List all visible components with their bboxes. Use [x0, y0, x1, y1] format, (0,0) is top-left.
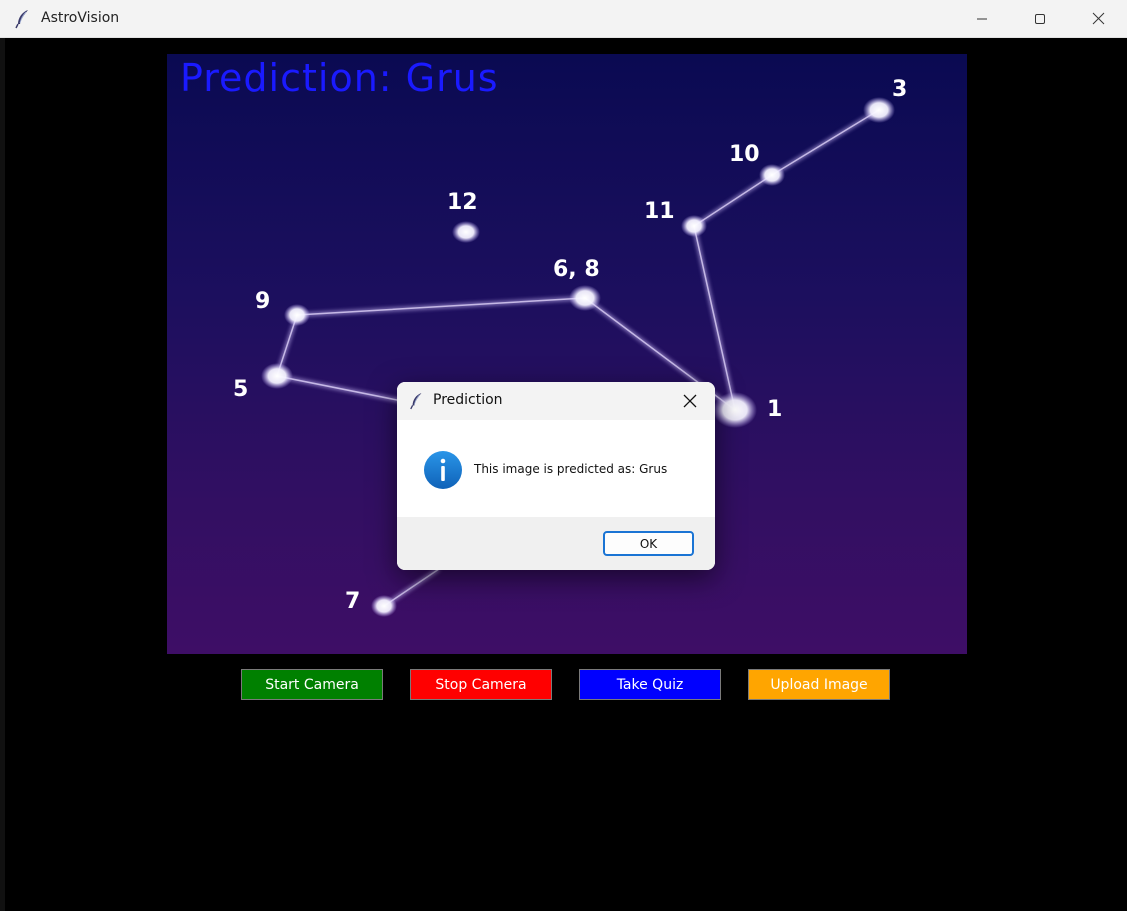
star-10: [759, 164, 785, 186]
dialog-title: Prediction: [433, 392, 503, 408]
dialog-close-button[interactable]: [679, 391, 701, 413]
star-9: [284, 304, 310, 326]
line-upper-core: [693, 109, 880, 411]
app-window: AstroVision 3 10 11 12 6, 8 9 5 1 7 Pred…: [0, 0, 1127, 911]
close-icon: [1092, 10, 1105, 29]
minimize-icon: [976, 10, 988, 29]
dialog-footer: OK: [397, 517, 715, 570]
line-upper: [692, 108, 880, 411]
minimize-button[interactable]: [953, 0, 1011, 38]
take-quiz-button[interactable]: Take Quiz: [579, 669, 721, 700]
prediction-label: Prediction: Grus: [180, 56, 499, 100]
maximize-button[interactable]: [1011, 0, 1069, 38]
stop-camera-button[interactable]: Stop Camera: [410, 669, 552, 700]
window-edge: [0, 38, 5, 911]
info-icon: [423, 450, 463, 490]
dialog-message: This image is predicted as: Grus: [474, 462, 668, 476]
star-5: [261, 363, 293, 389]
close-button[interactable]: [1069, 0, 1127, 38]
star-1: [713, 392, 757, 428]
star-label-7: 7: [345, 589, 360, 614]
star-label-12: 12: [447, 190, 478, 215]
star-label-11: 11: [644, 199, 675, 224]
star-label-1: 1: [767, 397, 782, 422]
prediction-dialog: Prediction This image is predicted as: G…: [397, 382, 715, 570]
maximize-icon: [1034, 10, 1046, 29]
star-7: [371, 595, 397, 617]
star-label-9: 9: [255, 289, 270, 314]
ok-button[interactable]: OK: [603, 531, 694, 556]
dialog-title-bar[interactable]: Prediction: [397, 382, 715, 420]
star-label-3: 3: [892, 77, 907, 102]
upload-image-button[interactable]: Upload Image: [748, 669, 890, 700]
feather-icon: [409, 391, 425, 411]
close-icon: [683, 393, 697, 412]
window-title: AstroVision: [41, 10, 120, 26]
start-camera-button[interactable]: Start Camera: [241, 669, 383, 700]
star-label-6-8: 6, 8: [553, 257, 600, 282]
feather-icon: [14, 9, 32, 29]
star-6-8: [569, 285, 601, 311]
star-12: [452, 221, 480, 243]
star-label-10: 10: [729, 142, 760, 167]
title-bar[interactable]: AstroVision: [0, 0, 1127, 38]
star-label-5: 5: [233, 377, 248, 402]
star-3: [863, 97, 895, 123]
star-11: [681, 215, 707, 237]
